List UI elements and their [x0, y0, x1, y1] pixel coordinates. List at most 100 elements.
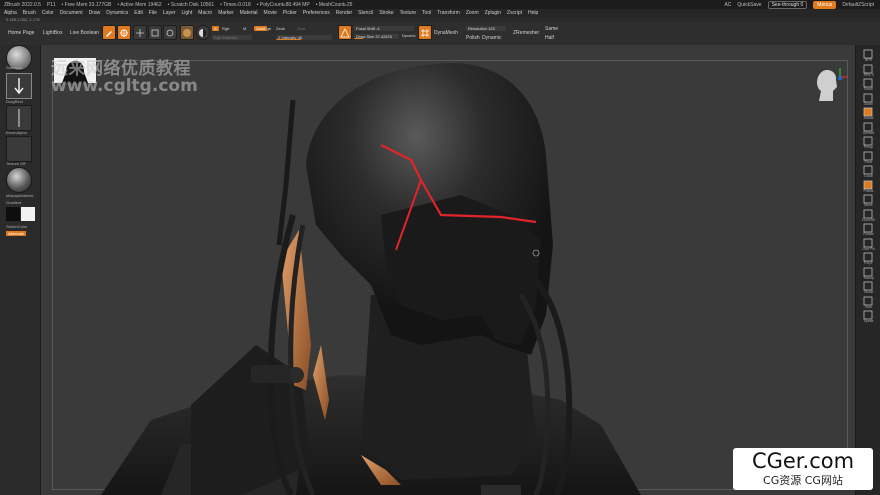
- sculptris-pro-button[interactable]: [338, 25, 352, 40]
- dynamic-toggle[interactable]: Dynamic: [402, 34, 416, 38]
- switch-color-button[interactable]: SwitchColor: [6, 224, 27, 229]
- menu-zoom[interactable]: Zoom: [466, 10, 479, 16]
- menu-edit[interactable]: Edit: [134, 10, 143, 16]
- live-boolean-button[interactable]: Live Boolean: [70, 30, 99, 36]
- home-page-button[interactable]: Home Page: [8, 30, 34, 36]
- rgb-intensity-slider[interactable]: Rgb Intensity: [212, 35, 252, 40]
- material-swatch[interactable]: [180, 25, 194, 40]
- draw-button[interactable]: [117, 25, 131, 40]
- cger-title: CGer.com: [751, 449, 855, 473]
- matcap-material-thumb[interactable]: [6, 167, 32, 193]
- dynamic-mode-button[interactable]: Dynamic: [482, 35, 501, 41]
- dynamesh-button[interactable]: DynaMesh: [434, 30, 458, 36]
- menu-color[interactable]: Color: [42, 10, 54, 16]
- menu-picker[interactable]: Picker: [283, 10, 297, 16]
- tray-label-aahalf: AAHalf: [863, 130, 874, 135]
- a-toggle[interactable]: A: [212, 26, 219, 31]
- menu-help[interactable]: Help: [528, 10, 538, 16]
- menu-zscript[interactable]: Zscript: [507, 10, 522, 16]
- dynamesh-icon: [421, 29, 429, 37]
- default-script-button[interactable]: DefaultZScript: [842, 2, 874, 8]
- texture-thumb[interactable]: [6, 136, 32, 162]
- menu-movie[interactable]: Movie: [264, 10, 277, 16]
- dynamesh-icon-button[interactable]: [418, 25, 432, 40]
- rotate-button[interactable]: [163, 25, 177, 40]
- mesh-count: • MeshCount▹25: [315, 1, 353, 8]
- canvas-viewport[interactable]: 远来网络优质教程 www.cgltg.com: [41, 45, 855, 495]
- dragrect-label: DragRect: [6, 99, 23, 104]
- lightbox-button[interactable]: LightBox: [43, 30, 62, 36]
- gradient-label: Gradient: [6, 200, 22, 205]
- menu-layer[interactable]: Layer: [163, 10, 176, 16]
- menu-marker[interactable]: Marker: [218, 10, 234, 16]
- zremesher-button[interactable]: ZRemesher: [513, 30, 539, 36]
- poly-count: • PolyCount▹88.494 MP: [256, 1, 310, 8]
- menu-light[interactable]: Light: [181, 10, 192, 16]
- tray-label-rotate: Rotate: [863, 232, 874, 236]
- main-color-swatch[interactable]: [6, 207, 20, 221]
- sculpted-helmet-model: [101, 63, 641, 495]
- brush-alpha-thumb[interactable]: [6, 105, 32, 131]
- tray-label-zoom: Zoom: [864, 101, 873, 106]
- standard-brush-label: Standard: [6, 65, 23, 70]
- menu-preferences[interactable]: Preferences: [303, 10, 330, 16]
- tray-label-local: Local: [864, 174, 873, 178]
- focal-shift-slider[interactable]: Focal Shift -4: [354, 26, 414, 31]
- alternate-button[interactable]: Alternate: [6, 231, 27, 236]
- menu-brush[interactable]: Brush: [23, 10, 36, 16]
- tray-label-persp: Persp: [863, 145, 874, 149]
- brush-alpha-label: BrushAlpha: [6, 130, 27, 135]
- move-button[interactable]: [133, 25, 147, 40]
- draw-size-slider[interactable]: Draw Size 37.42876: [354, 34, 399, 39]
- draw-size-fill: [354, 38, 363, 39]
- menu-tool[interactable]: Tool: [422, 10, 431, 16]
- polish-button[interactable]: Polish: [466, 35, 480, 41]
- menu-file[interactable]: File: [149, 10, 157, 16]
- z-intensity-fill: [276, 39, 302, 40]
- same-button[interactable]: Same: [545, 26, 558, 32]
- menu-render[interactable]: Render: [336, 10, 352, 16]
- file-name: P11: [46, 1, 56, 8]
- menu-macro[interactable]: Macro: [198, 10, 212, 16]
- menu-stroke[interactable]: Stroke: [379, 10, 393, 16]
- orientation-head-icon[interactable]: [807, 65, 847, 105]
- top-shelf: Home Page LightBox Live Boolean A Rgb M …: [0, 22, 880, 46]
- z-intensity-slider[interactable]: Z Intensity 45: [276, 35, 332, 40]
- menu-zplugin[interactable]: Zplugin: [485, 10, 501, 16]
- menu-draw[interactable]: Draw: [89, 10, 101, 16]
- rotate-icon: [166, 29, 174, 37]
- zadd-toggle[interactable]: Zadd: [254, 26, 268, 31]
- zcut-toggle[interactable]: Zcut: [297, 26, 305, 31]
- rgb-toggle[interactable]: Rgb: [222, 26, 229, 31]
- quicksave-button[interactable]: QuickSave: [737, 2, 761, 8]
- menu-alpha[interactable]: Alpha: [4, 10, 17, 16]
- scale-button[interactable]: [148, 25, 162, 40]
- menus-button[interactable]: Menus: [813, 0, 837, 9]
- watermark-url: www.cgltg.com: [51, 76, 198, 96]
- menu-stencil[interactable]: Stencil: [358, 10, 373, 16]
- menu-material[interactable]: Material: [240, 10, 258, 16]
- half-button[interactable]: Half: [545, 35, 554, 41]
- menu-bar: Alpha Brush Color Document Draw Dynamics Edit F…: [0, 9, 880, 17]
- left-tray: Standard DragRect BrushAlpha Texture Off…: [0, 45, 41, 495]
- secondary-color-swatch[interactable]: [21, 207, 35, 221]
- ac-button[interactable]: AC: [724, 2, 731, 8]
- brush-icon: [120, 29, 128, 37]
- menu-dynamics[interactable]: Dynamics: [106, 10, 128, 16]
- focal-shift-label: Focal Shift -4: [356, 26, 380, 31]
- menu-texture[interactable]: Texture: [400, 10, 416, 16]
- resolution-slider[interactable]: Resolution 128: [466, 26, 506, 31]
- color-picker-button[interactable]: [196, 25, 210, 40]
- tray-label-bpr: BPR: [864, 58, 873, 62]
- tray-label-scroll: Scroll: [864, 87, 873, 91]
- resolution-label: Resolution 128: [468, 26, 495, 31]
- m-toggle[interactable]: M: [243, 26, 246, 31]
- tray-label-line-fill: Line Fill: [862, 246, 875, 251]
- menu-document[interactable]: Document: [60, 10, 83, 16]
- zsub-toggle[interactable]: Zsub: [276, 26, 285, 31]
- menu-transform[interactable]: Transform: [437, 10, 460, 16]
- dragrect-stroke-thumb[interactable]: [6, 73, 32, 99]
- see-through-slider[interactable]: See-through 0: [767, 0, 808, 9]
- pencil-icon: [106, 31, 112, 37]
- edit-button[interactable]: [102, 25, 116, 40]
